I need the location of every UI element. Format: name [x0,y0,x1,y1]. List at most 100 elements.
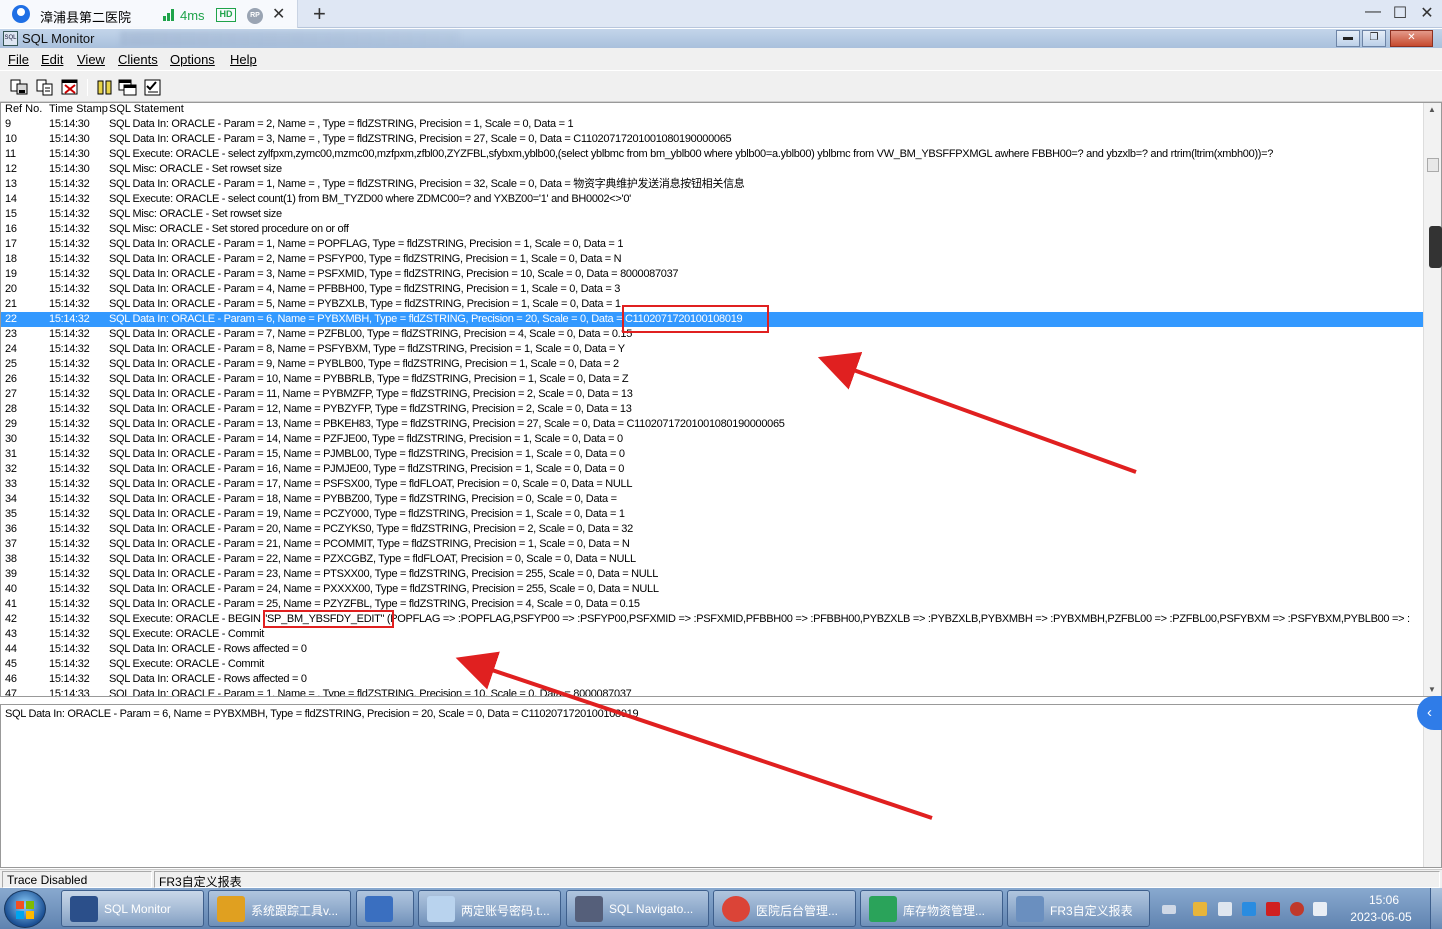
menu-help[interactable]: Help [230,52,257,67]
security-shield-icon[interactable] [1193,902,1207,916]
save-log-icon[interactable] [10,78,30,97]
taskbar-task[interactable]: 库存物资管理... [860,890,1003,927]
table-row[interactable]: 29 15:14:32 SQL Data In: ORACLE - Param = … [1,417,1423,432]
taskbar-task[interactable]: 系统跟踪工具v... [208,890,351,927]
sql-log-list[interactable]: Ref No. Time Stamp SQL Statement 9 15:14:… [0,102,1442,697]
taskbar-task[interactable]: FR3自定义报表 [1007,890,1150,927]
table-row[interactable]: 37 15:14:32 SQL Data In: ORACLE - Param = … [1,537,1423,552]
sql-detail-pane[interactable]: SQL Data In: ORACLE - Param = 6, Name = … [0,704,1442,868]
close-tab-icon[interactable]: ✕ [272,4,285,24]
network-icon[interactable] [1218,902,1232,916]
cell-ref-no: 45 [5,658,17,670]
menu-file[interactable]: File [8,52,29,67]
table-row[interactable]: 13 15:14:32 SQL Data In: ORACLE - Param = … [1,177,1423,192]
copy-icon[interactable] [35,78,55,97]
list-vertical-scrollbar[interactable]: ▲ ▼ [1423,103,1441,696]
table-row[interactable]: 21 15:14:32 SQL Data In: ORACLE - Param = … [1,297,1423,312]
status-bar: Trace Disabled FR3自定义报表 [0,869,1442,889]
table-row[interactable]: 11 15:14:30 SQL Execute: ORACLE - select z… [1,147,1423,162]
cell-time-stamp: 15:14:32 [49,628,90,640]
maximize-icon[interactable]: ☐ [1387,3,1413,23]
table-row[interactable]: 36 15:14:32 SQL Data In: ORACLE - Param = … [1,522,1423,537]
start-button[interactable] [4,890,46,928]
scroll-down-icon[interactable]: ▼ [1428,685,1436,694]
scroll-up-icon[interactable]: ▲ [1428,105,1436,114]
cell-sql-statement: SQL Data In: ORACLE - Param = 18, Name =… [109,493,617,505]
checklist-icon[interactable] [143,78,163,97]
table-row[interactable]: 24 15:14:32 SQL Data In: ORACLE - Param = … [1,342,1423,357]
menu-edit[interactable]: Edit [41,52,63,67]
taskbar-task[interactable]: SQL Monitor [61,890,204,927]
table-row[interactable]: 27 15:14:32 SQL Data In: ORACLE - Param = … [1,387,1423,402]
table-row[interactable]: 25 15:14:32 SQL Data In: ORACLE - Param = … [1,357,1423,372]
close-icon[interactable]: ✕ [1414,3,1440,23]
minimize-icon[interactable]: — [1360,3,1386,21]
taskbar-task[interactable]: 两定账号密码.t... [418,890,561,927]
window-title: SQL Monitor [22,31,95,46]
tray-red-icon[interactable] [1266,902,1280,916]
scroll-thumb[interactable] [1427,158,1439,172]
tray-antivirus-icon[interactable] [1290,902,1304,916]
clock-date[interactable]: 2023-06-05 [1346,910,1416,924]
column-time-stamp[interactable]: Time Stamp [49,103,108,115]
pause-icon[interactable] [95,78,115,97]
column-ref-no[interactable]: Ref No. [5,103,42,115]
table-row[interactable]: 41 15:14:32 SQL Data In: ORACLE - Param = … [1,597,1423,612]
cell-ref-no: 46 [5,673,17,685]
table-row[interactable]: 30 15:14:32 SQL Data In: ORACLE - Param = … [1,432,1423,447]
table-row[interactable]: 19 15:14:32 SQL Data In: ORACLE - Param = … [1,267,1423,282]
window-close-button[interactable]: ✕ [1390,30,1433,47]
table-row[interactable]: 40 15:14:32 SQL Data In: ORACLE - Param = … [1,582,1423,597]
signal-strength-icon [163,9,177,21]
windows-icon[interactable] [118,78,138,97]
table-row[interactable]: 28 15:14:32 SQL Data In: ORACLE - Param = … [1,402,1423,417]
table-row[interactable]: 38 15:14:32 SQL Data In: ORACLE - Param = … [1,552,1423,567]
table-row[interactable]: 31 15:14:32 SQL Data In: ORACLE - Param = … [1,447,1423,462]
clock-time[interactable]: 15:06 [1364,893,1404,907]
menu-options[interactable]: Options [170,52,215,67]
table-row[interactable]: 42 15:14:32 SQL Execute: ORACLE - BEGIN "S… [1,612,1423,627]
table-row[interactable]: 12 15:14:30 SQL Misc: ORACLE - Set rowset … [1,162,1423,177]
table-row[interactable]: 44 15:14:32 SQL Data In: ORACLE - Rows aff… [1,642,1423,657]
table-row[interactable]: 17 15:14:32 SQL Data In: ORACLE - Param = … [1,237,1423,252]
show-desktop-button[interactable] [1430,888,1442,929]
clear-icon[interactable] [60,78,80,97]
taskbar-task-label: SQL Monitor [104,902,171,916]
table-row[interactable]: 14 15:14:32 SQL Execute: ORACLE - select c… [1,192,1423,207]
table-row[interactable]: 18 15:14:32 SQL Data In: ORACLE - Param = … [1,252,1423,267]
menu-view[interactable]: View [77,52,105,67]
table-row[interactable]: 10 15:14:30 SQL Data In: ORACLE - Param = … [1,132,1423,147]
new-tab-button[interactable]: + [313,1,326,27]
remote-session-tab[interactable]: 漳浦县第二医院 4ms HD RP ✕ [0,0,298,28]
window-minimize-button[interactable]: ▬ [1336,30,1360,47]
table-row[interactable]: 45 15:14:32 SQL Execute: ORACLE - Commit [1,657,1423,672]
column-sql-statement[interactable]: SQL Statement [109,103,184,115]
taskbar-task[interactable] [356,890,414,927]
table-row[interactable]: 23 15:14:32 SQL Data In: ORACLE - Param = … [1,327,1423,342]
table-row[interactable]: 20 15:14:32 SQL Data In: ORACLE - Param = … [1,282,1423,297]
table-row[interactable]: 46 15:14:32 SQL Data In: ORACLE - Rows aff… [1,672,1423,687]
table-row[interactable]: 33 15:14:32 SQL Data In: ORACLE - Param = … [1,477,1423,492]
table-row[interactable]: 16 15:14:32 SQL Misc: ORACLE - Set stored … [1,222,1423,237]
table-row[interactable]: 26 15:14:32 SQL Data In: ORACLE - Param = … [1,372,1423,387]
taskbar-task[interactable]: 医院后台管理... [713,890,856,927]
cell-sql-statement: SQL Execute: ORACLE - select count(1) fr… [109,193,631,205]
table-row[interactable]: 34 15:14:32 SQL Data In: ORACLE - Param = … [1,492,1423,507]
table-row[interactable]: 32 15:14:32 SQL Data In: ORACLE - Param = … [1,462,1423,477]
taskbar-task[interactable]: SQL Navigato... [566,890,709,927]
table-row[interactable]: 39 15:14:32 SQL Data In: ORACLE - Param = … [1,567,1423,582]
volume-icon[interactable] [1313,902,1327,916]
keyboard-icon[interactable] [1162,905,1176,914]
table-row[interactable]: 47 15:14:33 SQL Data In: ORACLE - Param = … [1,687,1423,696]
table-row[interactable]: 9 15:14:30 SQL Data In: ORACLE - Param = 2… [1,117,1423,132]
window-restore-button[interactable]: ❐ [1362,30,1386,47]
table-row[interactable]: 22 15:14:32 SQL Data In: ORACLE - Param = … [1,312,1423,327]
tray-app-icon[interactable] [1242,902,1256,916]
menu-clients[interactable]: Clients [118,52,158,67]
cell-ref-no: 40 [5,583,17,595]
remote-side-handle[interactable] [1429,226,1442,268]
table-row[interactable]: 35 15:14:32 SQL Data In: ORACLE - Param = … [1,507,1423,522]
table-row[interactable]: 43 15:14:32 SQL Execute: ORACLE - Commit [1,627,1423,642]
table-row[interactable]: 15 15:14:32 SQL Misc: ORACLE - Set rowset … [1,207,1423,222]
cell-time-stamp: 15:14:32 [49,478,90,490]
